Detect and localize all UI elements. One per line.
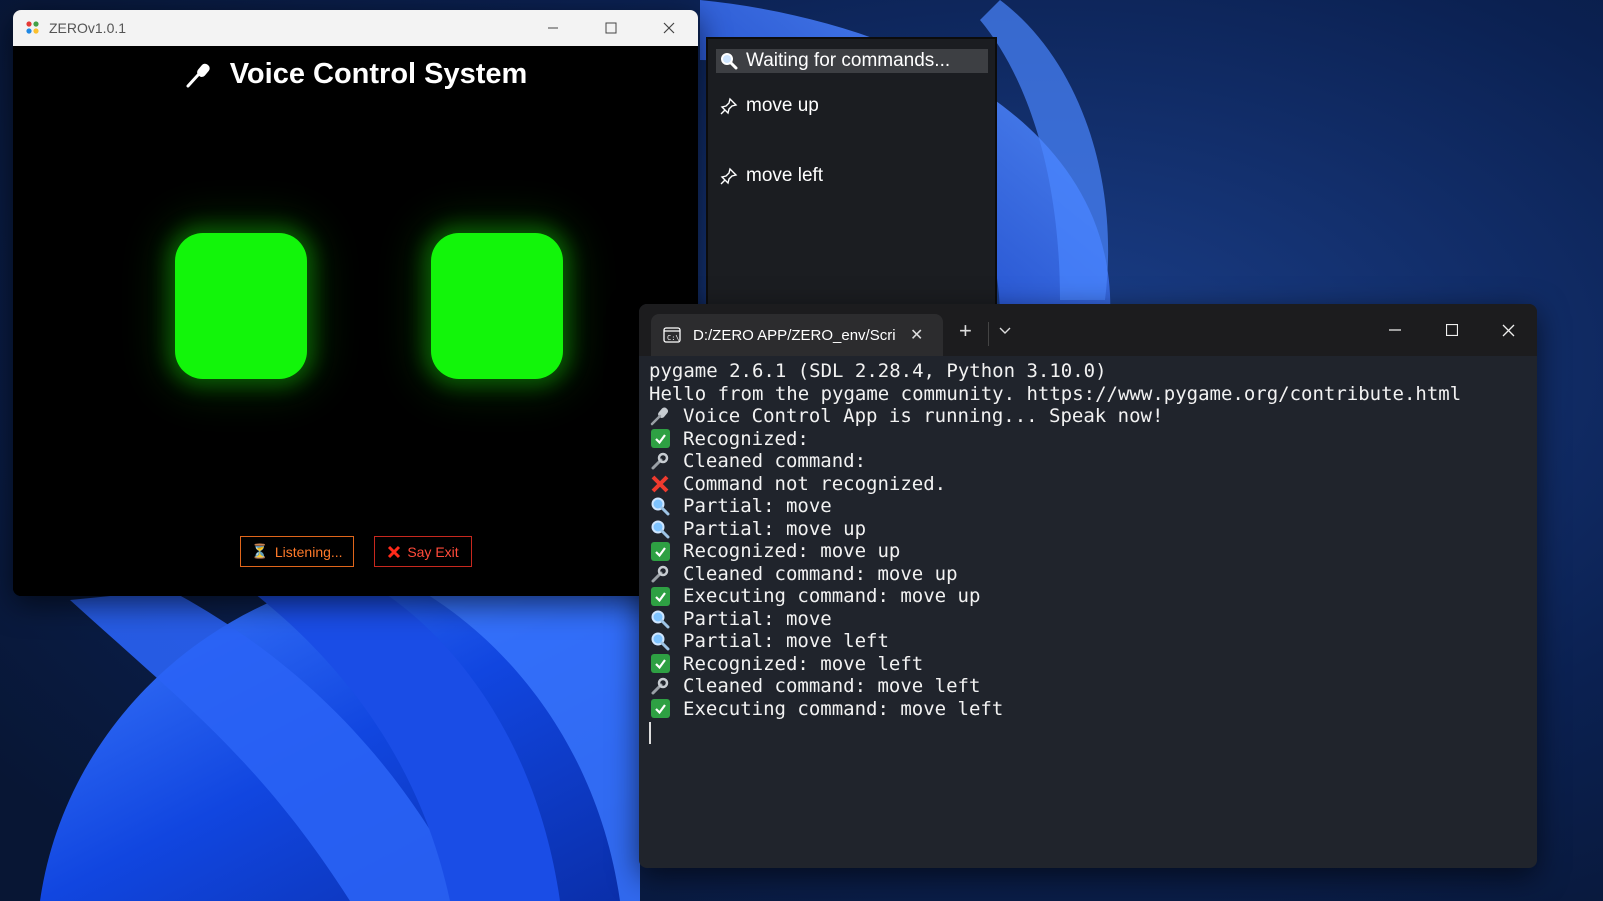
wrench-icon xyxy=(649,564,671,584)
terminal-line-text: pygame 2.6.1 (SDL 2.28.4, Python 3.10.0) xyxy=(649,360,1107,382)
terminal-line: Cleaned command: xyxy=(649,450,1527,473)
minimize-icon xyxy=(1388,329,1401,331)
terminal-line-text: Partial: move up xyxy=(683,517,867,540)
check-icon xyxy=(649,699,671,719)
pin-icon xyxy=(720,167,738,185)
app-logo-icon xyxy=(26,21,39,34)
terminal-line: Recognized: xyxy=(649,428,1527,451)
command-item-label: move left xyxy=(746,165,824,186)
minimize-button[interactable] xyxy=(524,10,582,46)
terminal-line: Recognized: move left xyxy=(649,653,1527,676)
terminal-line-text: Recognized: xyxy=(683,427,809,450)
terminal-line-text: Cleaned command: xyxy=(683,450,867,472)
terminal-line-text: Recognized: move up xyxy=(683,540,901,562)
check-icon xyxy=(649,429,671,449)
terminal-line: Partial: move up xyxy=(649,518,1527,541)
eyes-display-canvas xyxy=(25,122,685,512)
chevron-down-icon[interactable] xyxy=(999,322,1011,338)
command-status-bar: Waiting for commands... xyxy=(716,49,988,73)
new-tab-icon[interactable]: + xyxy=(959,318,972,344)
terminal-line-text: Command not recognized. xyxy=(683,472,947,495)
zero-app-window: ZEROv1.0.1 Voice Control System ⏳ Listen… xyxy=(13,10,698,596)
page-title-container: Voice Control System xyxy=(13,58,698,91)
listening-button[interactable]: ⏳ Listening... xyxy=(240,536,354,567)
terminal-line: Cleaned command: move left xyxy=(649,675,1527,698)
magnifier-icon xyxy=(649,609,671,629)
zero-app-body: Voice Control System ⏳ Listening... Say … xyxy=(13,46,698,596)
maximize-button[interactable] xyxy=(582,10,640,46)
check-icon xyxy=(649,541,671,561)
terminal-line-text: Cleaned command: move up xyxy=(683,562,958,585)
tab-close-icon[interactable]: ✕ xyxy=(910,325,923,345)
command-list-item: move up xyxy=(720,95,819,117)
left-eye xyxy=(175,233,307,379)
close-button[interactable] xyxy=(640,10,698,46)
terminal-close-button[interactable] xyxy=(1480,304,1537,356)
terminal-window: C:\ D:/ZERO APP/ZERO_env/Scrip ✕ + pygam… xyxy=(639,304,1537,868)
cross-icon xyxy=(649,474,671,494)
magnifier-icon xyxy=(721,53,738,70)
close-icon xyxy=(1502,324,1515,336)
terminal-tabbar[interactable]: C:\ D:/ZERO APP/ZERO_env/Scrip ✕ + xyxy=(639,304,1537,356)
magnifier-icon xyxy=(649,496,671,516)
page-title: Voice Control System xyxy=(229,58,528,90)
magnifier-icon xyxy=(649,519,671,539)
wrench-icon xyxy=(649,676,671,696)
red-cross-icon xyxy=(388,545,401,558)
terminal-line: Command not recognized. xyxy=(649,473,1527,496)
maximize-icon xyxy=(1445,324,1458,336)
command-item-label: move up xyxy=(746,95,819,116)
terminal-maximize-button[interactable] xyxy=(1423,304,1480,356)
exit-label: Say Exit xyxy=(407,543,459,560)
terminal-line-text: Recognized: move left xyxy=(683,652,924,675)
microphone-icon xyxy=(186,64,210,88)
terminal-line-text: Hello from the pygame community. https:/… xyxy=(649,382,1462,405)
maximize-icon xyxy=(605,22,617,34)
right-eye xyxy=(431,233,563,379)
terminal-line-text: Voice Control App is running... Speak no… xyxy=(683,405,1164,427)
terminal-icon: C:\ xyxy=(663,327,681,343)
terminal-line: Partial: move xyxy=(649,495,1527,518)
zero-titlebar[interactable]: ZEROv1.0.1 xyxy=(13,10,698,46)
say-exit-button[interactable]: Say Exit xyxy=(374,536,472,567)
terminal-tab-title: D:/ZERO APP/ZERO_env/Scrip xyxy=(693,326,896,344)
check-icon xyxy=(649,586,671,606)
magnifier-icon xyxy=(649,631,671,651)
terminal-line-text: Partial: move left xyxy=(683,630,889,652)
tab-divider xyxy=(988,322,989,346)
terminal-line: Partial: move left xyxy=(649,630,1527,653)
terminal-output[interactable]: pygame 2.6.1 (SDL 2.28.4, Python 3.10.0)… xyxy=(649,360,1527,868)
window-title: ZEROv1.0.1 xyxy=(49,20,127,36)
close-icon xyxy=(663,22,675,34)
terminal-line: Hello from the pygame community. https:/… xyxy=(649,383,1527,406)
command-list-item: move left xyxy=(720,165,823,187)
terminal-line: Cleaned command: move up xyxy=(649,563,1527,586)
terminal-line-text: Cleaned command: move left xyxy=(683,675,981,697)
terminal-cursor xyxy=(649,722,651,744)
terminal-line-text: Partial: move xyxy=(683,607,832,630)
terminal-minimize-button[interactable] xyxy=(1366,304,1423,356)
terminal-line: pygame 2.6.1 (SDL 2.28.4, Python 3.10.0) xyxy=(649,360,1527,383)
terminal-line: Executing command: move left xyxy=(649,698,1527,721)
terminal-line: Executing command: move up xyxy=(649,585,1527,608)
command-status-text: Waiting for commands... xyxy=(746,50,951,71)
minimize-icon xyxy=(548,27,558,29)
check-icon xyxy=(649,654,671,674)
terminal-line: Partial: move xyxy=(649,608,1527,631)
terminal-line: Voice Control App is running... Speak no… xyxy=(649,405,1527,428)
svg-text:C:\: C:\ xyxy=(667,334,680,342)
terminal-line-text: Partial: move xyxy=(683,495,832,517)
mic-icon xyxy=(649,406,671,426)
terminal-line: Recognized: move up xyxy=(649,540,1527,563)
terminal-line-text: Executing command: move up xyxy=(683,585,981,607)
terminal-tab[interactable]: C:\ D:/ZERO APP/ZERO_env/Scrip ✕ xyxy=(651,314,943,356)
hourglass-icon: ⏳ xyxy=(251,543,269,559)
listening-label: Listening... xyxy=(274,543,343,560)
terminal-line-text: Executing command: move left xyxy=(683,697,1004,720)
wrench-icon xyxy=(649,451,671,471)
command-overlay-window: Waiting for commands... move up move lef… xyxy=(706,37,997,312)
pin-icon xyxy=(720,97,738,115)
